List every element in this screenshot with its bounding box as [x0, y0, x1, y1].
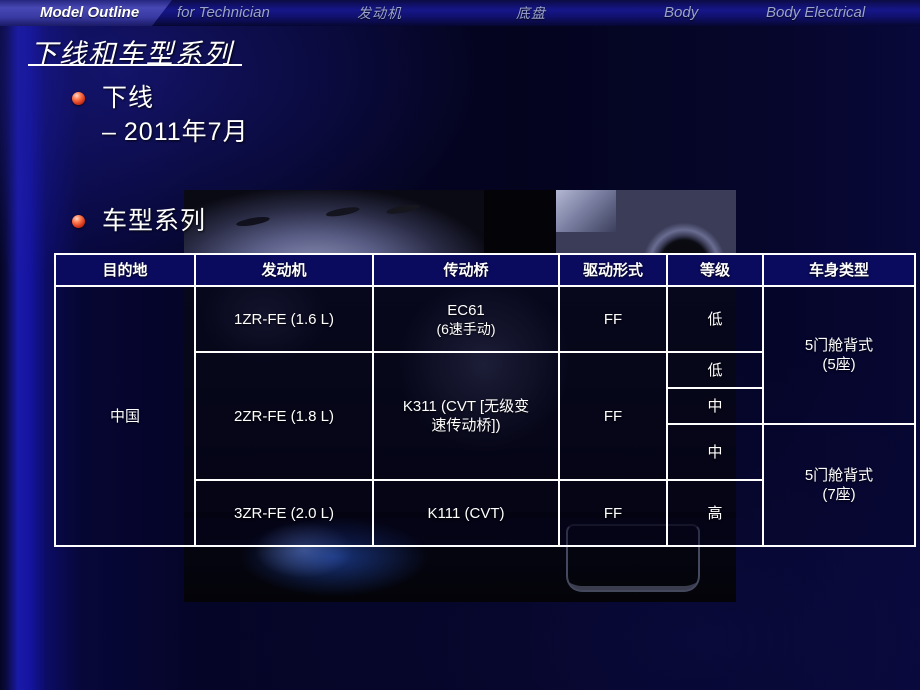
cell-engine-1: 1ZR-FE (1.6 L) — [194, 285, 374, 353]
nav-item-body[interactable]: Body — [664, 0, 698, 26]
cell-grade-2-1: 低 — [666, 351, 764, 389]
cell-grade-2-3: 中 — [666, 423, 764, 481]
bullet-group-production-start: 下线 –2011年7月 — [72, 82, 249, 149]
table-header-row: 目的地 发动机 传动桥 驱动形式 等级 车身类型 — [54, 253, 916, 287]
cell-body-type-2-line2: (7座) — [822, 486, 856, 503]
bullet-row: 车型系列 — [72, 205, 206, 238]
column-header-drive-type: 驱动形式 — [558, 253, 668, 287]
column-header-destination: 目的地 — [54, 253, 196, 287]
cell-body-type-2: 5门舱背式 (7座) — [762, 423, 916, 547]
nav-item-model-outline[interactable]: Model Outline — [40, 0, 139, 26]
bullet-group-model-lineup: 车型系列 — [72, 205, 206, 238]
model-lineup-table: 目的地 发动机 传动桥 驱动形式 等级 车身类型 中国 1ZR-FE (1.6 … — [54, 253, 916, 547]
cell-transaxle-1: EC61 (6速手动) — [372, 285, 560, 353]
column-header-grade: 等级 — [666, 253, 764, 287]
bullet-label-1: 下线 — [102, 84, 155, 112]
bullet-sphere-icon — [72, 215, 85, 228]
bullet-label-2: 车型系列 — [102, 207, 207, 235]
cell-drive-1: FF — [558, 285, 668, 353]
nav-item-engine[interactable]: 发动机 — [357, 0, 402, 26]
cell-drive-3: FF — [558, 479, 668, 547]
cell-body-type-1: 5门舱背式 (5座) — [762, 285, 916, 425]
cell-transaxle-3: K111 (CVT) — [372, 479, 560, 547]
nav-item-chassis[interactable]: 底盘 — [516, 0, 546, 26]
cell-body-type-2-line1: 5门舱背式 — [804, 467, 874, 484]
table-row: 中国 1ZR-FE (1.6 L) EC61 (6速手动) FF 低 5门舱背式… — [54, 285, 916, 547]
cell-transaxle-2-line1: K311 (CVT [无级变 — [402, 398, 530, 415]
cell-grade-2-2: 中 — [666, 387, 764, 425]
cell-drive-2: FF — [558, 351, 668, 481]
bullet-dash: – — [102, 118, 116, 146]
cell-transaxle-2: K311 (CVT [无级变 速传动桥]) — [372, 351, 560, 481]
cell-grade-3-1: 高 — [666, 479, 764, 547]
bullet-subitem-1: –2011年7月 — [102, 115, 249, 149]
cell-engine-2: 2ZR-FE (1.8 L) — [194, 351, 374, 481]
cell-transaxle-1-line2: (6速手动) — [436, 320, 496, 337]
bullet-subitem-1-label: 2011年7月 — [123, 118, 249, 146]
slide-canvas: Model Outline for Technician 发动机 底盘 Body… — [0, 0, 920, 690]
bullet-row: 下线 — [72, 82, 249, 115]
cell-body-type-1-line1: 5门舱背式 — [804, 337, 874, 354]
cell-engine-3: 3ZR-FE (2.0 L) — [194, 479, 374, 547]
nav-item-for-technician[interactable]: for Technician — [177, 0, 270, 26]
column-header-engine: 发动机 — [194, 253, 374, 287]
cell-transaxle-2-line2: 速传动桥]) — [431, 417, 501, 434]
top-navigation-bar: Model Outline for Technician 发动机 底盘 Body… — [0, 0, 920, 26]
cell-body-type-1-line2: (5座) — [822, 356, 856, 373]
page-title-underline — [28, 64, 242, 66]
cell-transaxle-1-line1: EC61 — [447, 301, 485, 319]
column-header-transaxle: 传动桥 — [372, 253, 560, 287]
bullet-sphere-icon — [72, 92, 85, 105]
cell-grade-1-1: 低 — [666, 285, 764, 353]
nav-item-body-electrical[interactable]: Body Electrical — [766, 0, 865, 26]
column-header-body-type: 车身类型 — [762, 253, 916, 287]
cell-destination: 中国 — [54, 285, 196, 547]
